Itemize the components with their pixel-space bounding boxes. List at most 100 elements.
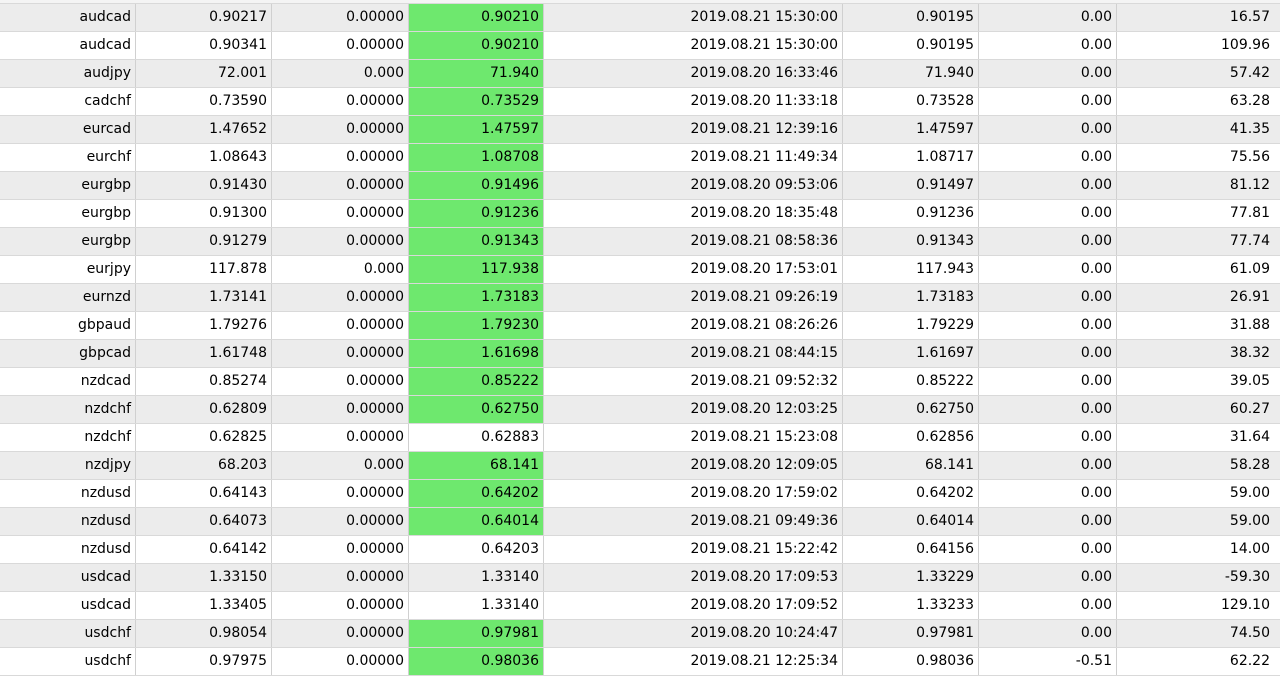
time-cell: 2019.08.20 10:24:47 [544, 620, 843, 647]
time-cell: 2019.08.20 18:35:48 [544, 200, 843, 227]
table-row[interactable]: nzdusd 0.64143 0.00000 0.64202 2019.08.20 17… [0, 480, 1280, 508]
symbol-cell: cadchf [0, 88, 136, 115]
stop-loss-cell: 0.00000 [272, 172, 409, 199]
symbol-cell: nzdchf [0, 424, 136, 451]
stop-loss-cell: 0.000 [272, 60, 409, 87]
take-profit-cell: 0.91496 [409, 172, 544, 199]
symbol-cell: eurgbp [0, 228, 136, 255]
open-price-cell: 117.878 [136, 256, 272, 283]
table-row[interactable]: gbpaud 1.79276 0.00000 1.79230 2019.08.21 08… [0, 312, 1280, 340]
price-cell: 0.85222 [843, 368, 979, 395]
table-row[interactable]: eurgbp 0.91300 0.00000 0.91236 2019.08.20 18… [0, 200, 1280, 228]
table-row[interactable]: nzdusd 0.64073 0.00000 0.64014 2019.08.21 09… [0, 508, 1280, 536]
symbol-cell: usdchf [0, 620, 136, 647]
table-row[interactable]: eurcad 1.47652 0.00000 1.47597 2019.08.21 12… [0, 116, 1280, 144]
open-price-cell: 0.90217 [136, 4, 272, 31]
take-profit-cell: 0.91343 [409, 228, 544, 255]
swap-cell: 0.00 [979, 200, 1117, 227]
table-row[interactable]: eurchf 1.08643 0.00000 1.08708 2019.08.21 11… [0, 144, 1280, 172]
swap-cell: 0.00 [979, 228, 1117, 255]
open-price-cell: 1.08643 [136, 144, 272, 171]
take-profit-cell: 0.62750 [409, 396, 544, 423]
stop-loss-cell: 0.00000 [272, 116, 409, 143]
open-price-cell: 0.91279 [136, 228, 272, 255]
profit-cell: 14.00 [1229, 541, 1270, 557]
time-cell: 2019.08.20 12:09:05 [544, 452, 843, 479]
price-cell: 71.940 [843, 60, 979, 87]
stop-loss-cell: 0.00000 [272, 88, 409, 115]
table-row[interactable]: nzdchf 0.62825 0.00000 0.62883 2019.08.21 15… [0, 424, 1280, 452]
swap-cell: 0.00 [979, 312, 1117, 339]
table-row[interactable]: usdchf 0.97975 0.00000 0.98036 2019.08.21 12… [0, 648, 1280, 676]
price-cell: 1.47597 [843, 116, 979, 143]
symbol-cell: nzdjpy [0, 452, 136, 479]
price-cell: 68.141 [843, 452, 979, 479]
price-cell: 0.64156 [843, 536, 979, 563]
take-profit-cell: 1.73183 [409, 284, 544, 311]
symbol-cell: nzdcad [0, 368, 136, 395]
profit-cell: 41.35 [1229, 121, 1270, 137]
table-row[interactable]: usdcad 1.33150 0.00000 1.33140 2019.08.20 17… [0, 564, 1280, 592]
symbol-cell: eurcad [0, 116, 136, 143]
profit-cell: 26.91 [1229, 289, 1270, 305]
open-price-cell: 0.91430 [136, 172, 272, 199]
time-cell: 2019.08.21 09:49:36 [544, 508, 843, 535]
table-row[interactable]: eurnzd 1.73141 0.00000 1.73183 2019.08.21 09… [0, 284, 1280, 312]
stop-loss-cell: 0.00000 [272, 396, 409, 423]
profit-cell: 59.00 [1229, 485, 1270, 501]
symbol-cell: nzdchf [0, 396, 136, 423]
stop-loss-cell: 0.000 [272, 256, 409, 283]
table-row[interactable]: nzdcad 0.85274 0.00000 0.85222 2019.08.21 09… [0, 368, 1280, 396]
table-row[interactable]: gbpcad 1.61748 0.00000 1.61698 2019.08.21 08… [0, 340, 1280, 368]
time-cell: 2019.08.21 15:30:00 [544, 32, 843, 59]
profit-cell: 16.57 [1229, 9, 1270, 25]
swap-cell: 0.00 [979, 60, 1117, 87]
price-cell: 0.91236 [843, 200, 979, 227]
swap-cell: 0.00 [979, 88, 1117, 115]
time-cell: 2019.08.21 11:49:34 [544, 144, 843, 171]
stop-loss-cell: 0.00000 [272, 480, 409, 507]
profit-cell: 75.56 [1229, 149, 1270, 165]
take-profit-cell: 0.90210 [409, 32, 544, 59]
table-row[interactable]: eurgbp 0.91430 0.00000 0.91496 2019.08.20 09… [0, 172, 1280, 200]
swap-cell: 0.00 [979, 424, 1117, 451]
profit-cell: 77.81 [1229, 205, 1270, 221]
open-price-cell: 0.91300 [136, 200, 272, 227]
profit-cell: 63.28 [1229, 93, 1270, 109]
stop-loss-cell: 0.00000 [272, 564, 409, 591]
table-row[interactable]: usdchf 0.98054 0.00000 0.97981 2019.08.20 10… [0, 620, 1280, 648]
symbol-cell: gbpcad [0, 340, 136, 367]
swap-cell: 0.00 [979, 172, 1117, 199]
table-row[interactable]: audcad 0.90341 0.00000 0.90210 2019.08.21 15… [0, 32, 1280, 60]
table-row[interactable]: nzdusd 0.64142 0.00000 0.64203 2019.08.21 15… [0, 536, 1280, 564]
profit-cell: 129.10 [1221, 597, 1270, 613]
time-cell: 2019.08.20 11:33:18 [544, 88, 843, 115]
open-price-cell: 0.85274 [136, 368, 272, 395]
take-profit-cell: 0.98036 [409, 648, 544, 675]
table-row[interactable]: eurjpy 117.878 0.000 117.938 2019.08.20 17:5… [0, 256, 1280, 284]
swap-cell: 0.00 [979, 452, 1117, 479]
stop-loss-cell: 0.00000 [272, 508, 409, 535]
table-row[interactable]: audjpy 72.001 0.000 71.940 2019.08.20 16:33:… [0, 60, 1280, 88]
take-profit-cell: 68.141 [409, 452, 544, 479]
trades-table: audcad 0.90217 0.00000 0.90210 2019.08.21 15… [0, 4, 1280, 676]
table-row[interactable]: eurgbp 0.91279 0.00000 0.91343 2019.08.21 08… [0, 228, 1280, 256]
take-profit-cell: 0.62883 [409, 424, 544, 451]
take-profit-cell: 1.33140 [409, 564, 544, 591]
stop-loss-cell: 0.00000 [272, 424, 409, 451]
take-profit-cell: 0.90210 [409, 4, 544, 31]
stop-loss-cell: 0.00000 [272, 200, 409, 227]
table-row[interactable]: usdcad 1.33405 0.00000 1.33140 2019.08.20 17… [0, 592, 1280, 620]
table-row[interactable]: nzdchf 0.62809 0.00000 0.62750 2019.08.20 12… [0, 396, 1280, 424]
symbol-cell: nzdusd [0, 508, 136, 535]
take-profit-cell: 1.47597 [409, 116, 544, 143]
price-cell: 0.98036 [843, 648, 979, 675]
swap-cell: 0.00 [979, 536, 1117, 563]
table-row[interactable]: nzdjpy 68.203 0.000 68.141 2019.08.20 12:09:… [0, 452, 1280, 480]
price-cell: 0.73528 [843, 88, 979, 115]
table-row[interactable]: cadchf 0.73590 0.00000 0.73529 2019.08.20 11… [0, 88, 1280, 116]
table-row[interactable]: audcad 0.90217 0.00000 0.90210 2019.08.21 15… [0, 4, 1280, 32]
symbol-cell: eurjpy [0, 256, 136, 283]
profit-cell: 38.32 [1229, 345, 1270, 361]
open-price-cell: 1.33150 [136, 564, 272, 591]
